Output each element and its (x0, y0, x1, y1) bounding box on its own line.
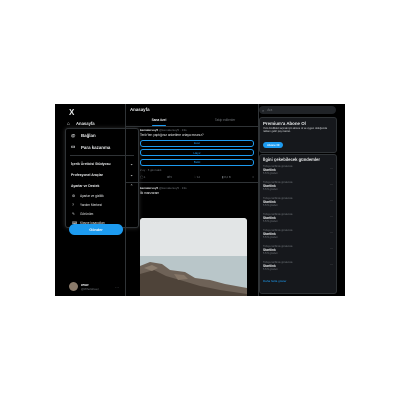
show-more-link[interactable]: Daha fazla göster (263, 279, 333, 283)
timeline-tabs: Sana özel Takip edilenler (126, 116, 258, 127)
poll-option[interactable]: Evet (140, 139, 254, 147)
premium-body: Yeni özellikleri açmak için abone ol ve … (263, 127, 328, 134)
menu-item-label: Görünüm (80, 211, 94, 216)
premium-title: Premium'a Abone Ol (263, 121, 306, 126)
more-icon[interactable]: ··· (330, 263, 333, 267)
page-title: Anasayfa (130, 107, 150, 112)
reply-count: 1 (143, 174, 146, 179)
bookmark-icon[interactable]: ⌑ (253, 175, 254, 179)
search-box[interactable]: ⌕ Ara (259, 106, 336, 114)
more-icon[interactable]: ··· (330, 183, 333, 187)
post-image[interactable] (140, 218, 247, 296)
trend-count: 5.572 gönderi (263, 236, 278, 239)
trends-title: İlgini çekebilecek gündemler (263, 157, 321, 162)
view-count: 8,2 B (224, 174, 231, 179)
more-icon[interactable]: ··· (330, 231, 333, 235)
help-icon: ? (72, 202, 74, 207)
account-switcher[interactable]: www @WhoIsFeel (69, 282, 98, 291)
menu-item-label: Para kazanma (81, 144, 111, 150)
trend-item[interactable]: Türkiye tarihinde gündemde Startlink 5.5… (260, 197, 336, 213)
at-icon: @ (71, 132, 76, 138)
trend-count: 5.572 gönderi (263, 204, 278, 207)
post-header: kemalersoy5 @kemalersoy5 · 13s (140, 128, 254, 132)
post-text: Terör'ten yaptığınız anketlere ortaya mı… (140, 133, 204, 137)
post-handle: @kemalersoy5 · 13s (159, 128, 187, 132)
post-author[interactable]: kemalersoy5 (140, 186, 158, 190)
poll-post[interactable]: kemalersoy5 @kemalersoy5 · 13s Terör'ten… (140, 128, 254, 179)
post-divider (126, 182, 258, 183)
trend-count: 5.572 gönderi (263, 252, 278, 255)
more-icon[interactable]: ··· (330, 215, 333, 219)
post-button[interactable]: Gönder (69, 224, 123, 235)
tab-following[interactable]: Takip edilenler (192, 116, 258, 126)
left-sidebar: X ⌂ Anasayfa @ Bağlan ▭ Para kazanma İçe… (55, 104, 139, 296)
nav-item-home-label: Anasayfa (76, 121, 95, 126)
repost-count: 5 (170, 174, 172, 179)
x-logo[interactable]: X (69, 108, 74, 117)
post-text: İlk manzaram (140, 191, 160, 195)
more-icon[interactable]: ··· (115, 285, 119, 290)
reply-button[interactable]: ◯ 1 (140, 175, 145, 179)
more-icon[interactable]: ··· (330, 247, 333, 251)
trend-item[interactable]: Türkiye tarihinde gündemde Startlink 5.5… (260, 261, 336, 277)
photo-post[interactable]: kemalersoy5 @kemalersoy5 · 13s İlk manza… (140, 186, 254, 195)
post-handle: @kemalersoy5 · 13s (159, 186, 187, 190)
more-icon[interactable]: ··· (330, 167, 333, 171)
trend-item[interactable]: Türkiye tarihinde gündemde Startlink 5.5… (260, 213, 336, 229)
trend-item[interactable]: Türkiye tarihinde gündemde Startlink 5.5… (260, 181, 336, 197)
menu-section-label: İçerik Üreticisi Stüdyosu (71, 161, 111, 166)
post-author[interactable]: kemalersoy5 (140, 128, 158, 132)
poll-meta: 2 oy · 5 gün kaldı (140, 167, 162, 172)
poll-option[interactable]: Belki (140, 158, 254, 166)
trend-count: 5.572 gönderi (263, 220, 278, 223)
post-header: kemalersoy5 @kemalersoy5 · 13s (140, 186, 254, 190)
poll-option[interactable]: Hayır (140, 149, 254, 156)
search-icon: ⌕ (262, 107, 265, 113)
views-button[interactable]: ▮ 8,2 B (222, 175, 231, 179)
trend-item[interactable]: Türkiye tarihinde gündemde Startlink 5.5… (260, 229, 336, 245)
coastline-photo (140, 218, 247, 296)
menu-section-label: Ayarlar ve Destek (71, 183, 100, 188)
subscribe-button[interactable]: Abone Ol (263, 142, 284, 149)
menu-item-label: Bağlan (81, 132, 96, 138)
timeline: Anasayfa Sana özel Takip edilenler kemal… (125, 104, 259, 296)
right-sidebar: ⌕ Ara Premium'a Abone Ol Yeni özellikler… (259, 104, 345, 296)
reply-icon: ◯ (140, 174, 144, 179)
money-icon: ▭ (71, 144, 76, 149)
profile-handle: @WhoIsFeel (81, 286, 99, 291)
trends-card: İlgini çekebilecek gündemler Türkiye tar… (259, 154, 337, 294)
profile-text: www @WhoIsFeel (81, 283, 98, 291)
menu-item-label: Ayarlar ve gizlilik (80, 193, 104, 198)
tab-for-you[interactable]: Sana özel (126, 116, 192, 126)
search-input[interactable]: Ara (267, 108, 272, 112)
post-actions: ◯ 1 ⇄ 5 ♡ 12 ▮ 8,2 B ⌑ (140, 175, 254, 179)
more-icon[interactable]: ··· (330, 199, 333, 203)
menu-section-label: Profesyonel Araçlar (71, 172, 103, 177)
heart-icon: ♡ (193, 174, 197, 179)
trend-item[interactable]: Türkiye tarihinde gündemde Startlink 5.5… (260, 165, 336, 181)
app-window: X ⌂ Anasayfa @ Bağlan ▭ Para kazanma İçe… (55, 104, 345, 296)
avatar (69, 282, 78, 291)
trend-item[interactable]: Türkiye tarihinde gündemde Startlink 5.5… (260, 245, 336, 261)
repost-button[interactable]: ⇄ 5 (167, 175, 172, 179)
brush-icon: ✎ (72, 211, 76, 216)
premium-card: Premium'a Abone Ol Yeni özellikleri açma… (259, 117, 337, 153)
menu-item-label: Yardım Merkezi (80, 202, 103, 207)
house-icon: ⌂ (66, 120, 71, 127)
like-count: 12 (197, 174, 201, 179)
like-button[interactable]: ♡ 12 (194, 175, 200, 179)
gear-icon: ⚙ (72, 193, 76, 198)
trend-count: 5.572 gönderi (263, 188, 278, 191)
trend-count: 5.572 gönderi (263, 172, 278, 175)
trend-count: 5.572 gönderi (263, 268, 278, 271)
